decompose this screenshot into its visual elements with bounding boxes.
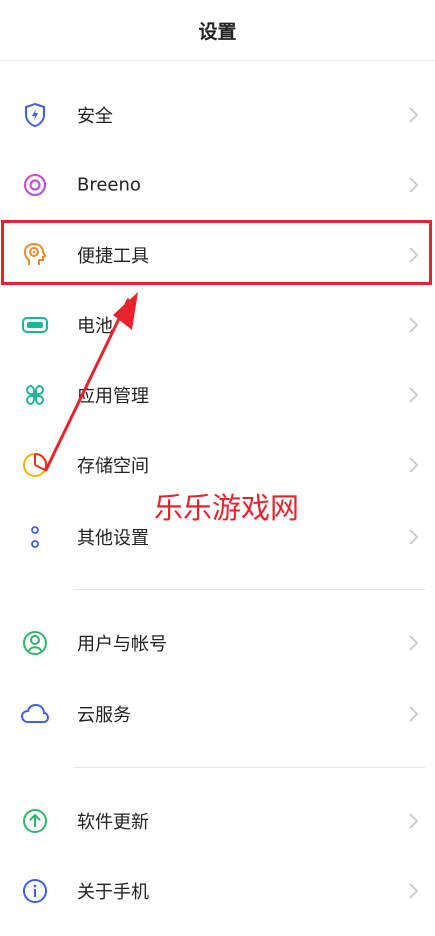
breeno-icon [20,170,50,200]
settings-item-battery[interactable]: 电池 [0,290,435,360]
chevron-right-icon [409,457,419,473]
chevron-right-icon [409,706,419,722]
chevron-right-icon [409,317,419,333]
settings-item-label: 电池 [77,316,113,337]
shield-icon [20,100,50,130]
chevron-right-icon [409,813,419,829]
cloud-icon [20,699,50,729]
battery-icon [20,310,50,340]
settings-item-label: 安全 [77,106,113,127]
settings-item-breeno[interactable]: Breeno [0,150,435,220]
app-management-icon [20,380,50,410]
settings-item-security[interactable]: 安全 [0,80,435,150]
about-phone-icon [20,876,50,906]
software-update-icon [20,806,50,836]
chevron-right-icon [409,529,419,545]
settings-item-label: 用户与帐号 [77,634,167,655]
settings-item-label: 便捷工具 [77,246,149,267]
section-divider [73,767,425,768]
watermark-text: 乐乐游戏网 [154,491,300,525]
chevron-right-icon [409,107,419,123]
chevron-right-icon [409,635,419,651]
settings-item-software-update[interactable]: 软件更新 [0,786,435,856]
settings-item-label: 存储空间 [77,456,149,477]
settings-item-label: 应用管理 [77,386,149,407]
convenience-tools-icon [20,240,50,270]
chevron-right-icon [409,247,419,263]
chevron-right-icon [409,177,419,193]
user-account-icon [20,628,50,658]
chevron-right-icon [409,387,419,403]
settings-item-label: 其他设置 [77,528,149,549]
settings-item-user-account[interactable]: 用户与帐号 [0,608,435,678]
storage-icon [20,450,50,480]
settings-item-about-phone[interactable]: 关于手机 [0,856,435,926]
settings-item-label: 关于手机 [77,882,149,903]
page-title: 设置 [198,20,237,43]
settings-header: 设置 [0,0,435,61]
settings-item-label: 软件更新 [77,812,149,833]
settings-item-convenience-tools[interactable]: 便捷工具 [0,220,435,290]
more-settings-icon [20,522,50,552]
chevron-right-icon [409,883,419,899]
settings-item-app-management[interactable]: 应用管理 [0,360,435,430]
settings-item-label: Breeno [77,174,141,196]
settings-item-cloud-service[interactable]: 云服务 [0,679,435,749]
settings-item-label: 云服务 [77,705,131,726]
section-divider [73,589,425,590]
